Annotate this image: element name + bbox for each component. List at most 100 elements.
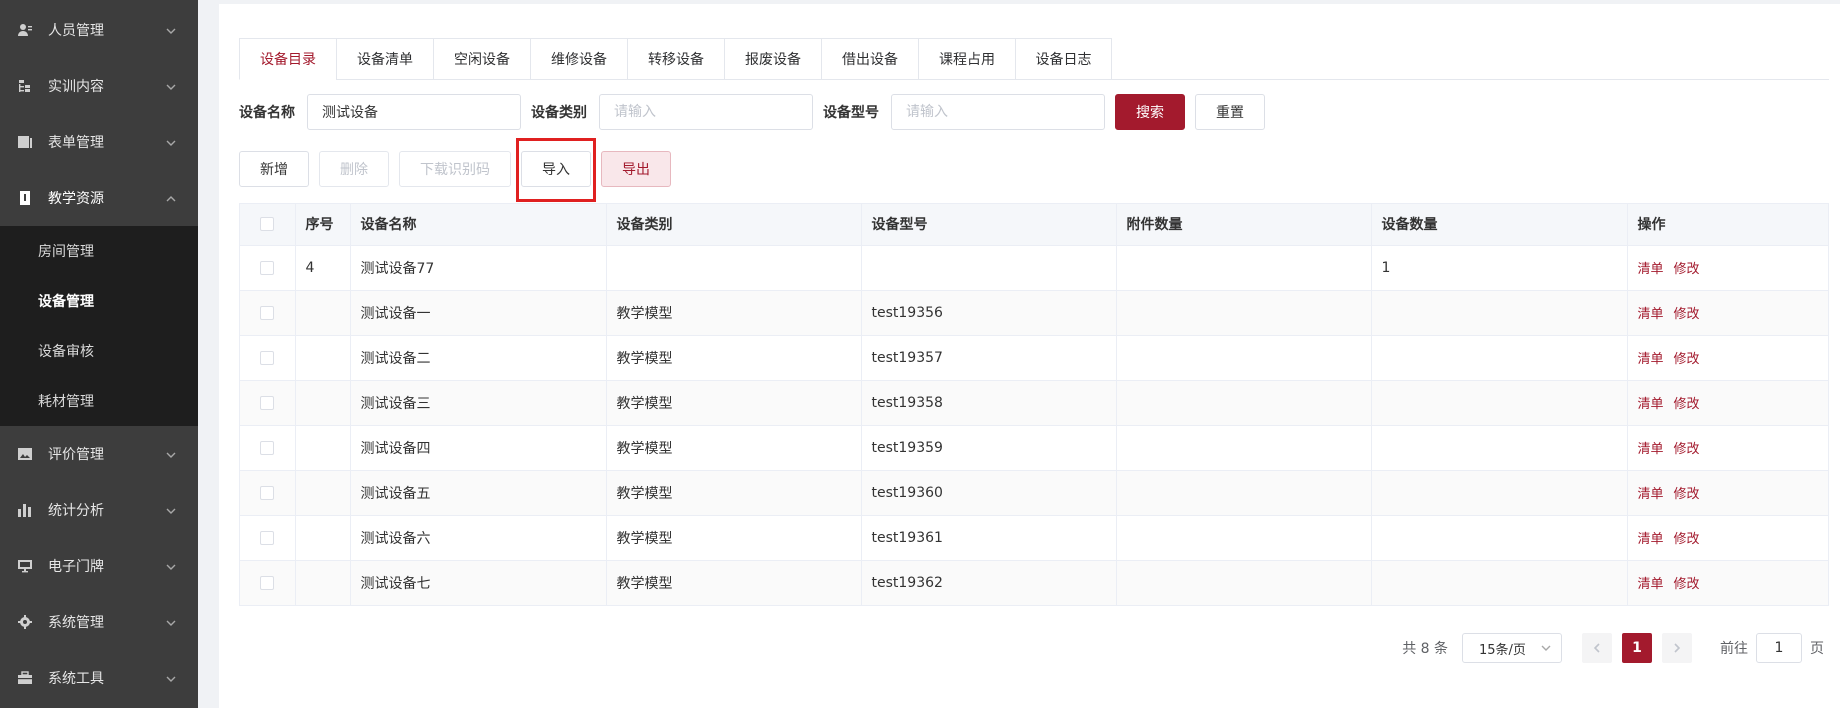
chevron-down-icon	[166, 672, 176, 682]
operations-cell: 清单 修改	[1627, 470, 1828, 516]
menu-item-training[interactable]: 实训内容	[0, 58, 198, 114]
name-cell: 测试设备七	[350, 560, 607, 605]
chevron-right-icon	[1674, 643, 1681, 653]
tab-idle-equipment[interactable]: 空闲设备	[433, 38, 530, 80]
menu-item-statistics[interactable]: 统计分析	[0, 482, 198, 538]
list-link[interactable]: 清单	[1638, 262, 1664, 277]
chevron-down-icon	[166, 136, 176, 146]
edit-link[interactable]: 修改	[1674, 352, 1700, 367]
edit-link[interactable]: 修改	[1674, 397, 1700, 412]
edit-link[interactable]: 修改	[1674, 577, 1700, 592]
gear-icon	[18, 615, 32, 629]
row-checkbox[interactable]	[260, 575, 275, 590]
index-cell	[295, 335, 351, 381]
tab-equipment-catalog[interactable]: 设备目录	[239, 38, 336, 80]
menu-item-system-management[interactable]: 系统管理	[0, 594, 198, 650]
row-select-cell	[240, 470, 296, 516]
row-checkbox[interactable]	[260, 440, 275, 455]
tab-equipment-log[interactable]: 设备日志	[1015, 38, 1112, 80]
tab-scrapped-equipment[interactable]: 报废设备	[724, 38, 821, 80]
list-link[interactable]: 清单	[1638, 352, 1664, 367]
row-checkbox[interactable]	[260, 260, 275, 275]
edit-link[interactable]: 修改	[1674, 487, 1700, 502]
total-count: 共 8 条	[1402, 641, 1448, 657]
row-checkbox[interactable]	[260, 485, 275, 500]
tab-lent-equipment[interactable]: 借出设备	[821, 38, 918, 80]
menu-label: 人员管理	[48, 23, 104, 39]
list-link[interactable]: 清单	[1638, 397, 1664, 412]
bar-chart-icon	[18, 503, 32, 517]
users-icon	[18, 23, 32, 37]
edit-link[interactable]: 修改	[1674, 442, 1700, 457]
row-select-cell	[240, 290, 296, 336]
table-row: 测试设备六 教学模型 test19361 清单 修改	[240, 515, 1828, 561]
tab-course-occupied[interactable]: 课程占用	[918, 38, 1015, 80]
submenu-item-consumables[interactable]: 耗材管理	[0, 376, 198, 426]
add-button[interactable]: 新增	[239, 151, 309, 187]
row-checkbox[interactable]	[260, 305, 275, 320]
menu-item-personnel[interactable]: 人员管理	[0, 2, 198, 58]
page-number-current[interactable]: 1	[1622, 633, 1652, 663]
download-code-button[interactable]: 下载识别码	[399, 151, 511, 187]
edit-link[interactable]: 修改	[1674, 532, 1700, 547]
row-select-cell	[240, 335, 296, 381]
row-checkbox[interactable]	[260, 395, 275, 410]
next-page-button[interactable]	[1662, 633, 1692, 663]
menu-label: 教学资源	[48, 191, 104, 207]
menu-item-forms[interactable]: 表单管理	[0, 114, 198, 170]
menu-item-e-doorplate[interactable]: 电子门牌	[0, 538, 198, 594]
name-cell: 测试设备77	[350, 245, 607, 291]
submenu-item-equipment-review[interactable]: 设备审核	[0, 326, 198, 376]
quantity-cell	[1371, 470, 1628, 516]
list-link[interactable]: 清单	[1638, 532, 1664, 547]
import-button[interactable]: 导入	[521, 151, 591, 187]
list-link[interactable]: 清单	[1638, 307, 1664, 322]
chevron-down-icon	[166, 616, 176, 626]
menu-item-evaluation[interactable]: 评价管理	[0, 426, 198, 482]
search-button[interactable]: 搜索	[1115, 94, 1185, 130]
submenu-item-equipment[interactable]: 设备管理	[0, 276, 198, 326]
tab-equipment-list[interactable]: 设备清单	[336, 38, 433, 80]
menu-item-system-tools[interactable]: 系统工具	[0, 650, 198, 706]
chevron-down-icon	[166, 24, 176, 34]
index-cell	[295, 515, 351, 561]
model-cell: test19357	[861, 335, 1117, 381]
row-checkbox[interactable]	[260, 350, 275, 365]
table-row: 测试设备七 教学模型 test19362 清单 修改	[240, 560, 1828, 605]
equipment-name-input[interactable]	[307, 94, 521, 130]
page-size-select[interactable]: 15条/页	[1462, 633, 1562, 663]
model-cell: test19360	[861, 470, 1117, 516]
submenu-item-rooms[interactable]: 房间管理	[0, 226, 198, 276]
prev-page-button[interactable]	[1582, 633, 1612, 663]
delete-button[interactable]: 删除	[319, 151, 389, 187]
goto-page-input[interactable]	[1756, 633, 1802, 663]
select-all-cell[interactable]	[240, 204, 296, 246]
menu-label: 统计分析	[48, 503, 104, 519]
model-cell: test19358	[861, 380, 1117, 426]
column-header: 设备类别	[606, 204, 862, 246]
list-link[interactable]: 清单	[1638, 487, 1664, 502]
row-select-cell	[240, 380, 296, 426]
equipment-tabs: 设备目录 设备清单 空闲设备 维修设备 转移设备 报废设备 借出设备 课程占用 …	[239, 38, 1829, 80]
export-button[interactable]: 导出	[601, 151, 671, 187]
equipment-type-input[interactable]	[599, 94, 813, 130]
quantity-cell: 1	[1371, 245, 1628, 291]
name-cell: 测试设备三	[350, 380, 607, 426]
quantity-cell	[1371, 515, 1628, 561]
edit-link[interactable]: 修改	[1674, 262, 1700, 277]
tab-repair-equipment[interactable]: 维修设备	[530, 38, 627, 80]
list-link[interactable]: 清单	[1638, 442, 1664, 457]
tab-transfer-equipment[interactable]: 转移设备	[627, 38, 724, 80]
row-checkbox[interactable]	[260, 530, 275, 545]
attachment-count-cell	[1116, 245, 1372, 291]
reset-button[interactable]: 重置	[1195, 94, 1265, 130]
menu-item-teaching-resources[interactable]: 教学资源	[0, 170, 198, 226]
model-cell	[861, 245, 1117, 291]
edit-link[interactable]: 修改	[1674, 307, 1700, 322]
image-icon	[18, 447, 32, 461]
action-toolbar: 新增 删除 下载识别码 导入 导出	[239, 151, 671, 189]
operations-cell: 清单 修改	[1627, 335, 1828, 381]
equipment-model-input[interactable]	[891, 94, 1105, 130]
select-all-checkbox[interactable]	[260, 217, 275, 232]
list-link[interactable]: 清单	[1638, 577, 1664, 592]
